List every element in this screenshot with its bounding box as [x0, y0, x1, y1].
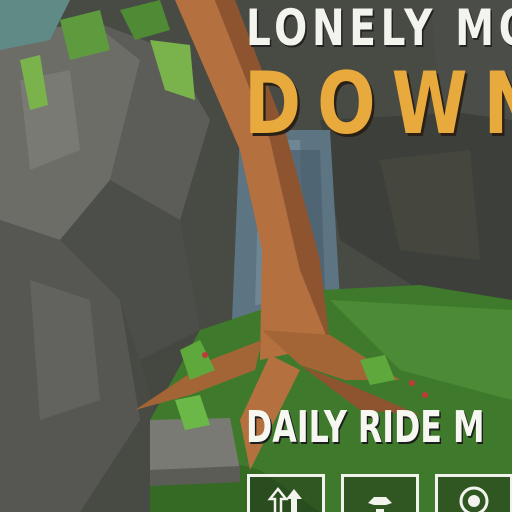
mode-button-trophy[interactable] — [435, 474, 512, 512]
game-title-line2: DOWN — [244, 54, 512, 154]
mode-button-arrows[interactable] — [247, 474, 325, 512]
trophy-icon — [459, 486, 489, 512]
mode-button-bike[interactable] — [341, 474, 419, 512]
game-title-screen: LONELY MO DOWN DAILY RIDE M — [0, 0, 512, 512]
bike-icon — [368, 497, 392, 512]
game-title-line1: LONELY MO — [246, 0, 512, 57]
arrows-up-icon — [267, 486, 302, 512]
menu-subtitle: DAILY RIDE M — [246, 402, 485, 453]
mode-button-row — [247, 474, 512, 512]
